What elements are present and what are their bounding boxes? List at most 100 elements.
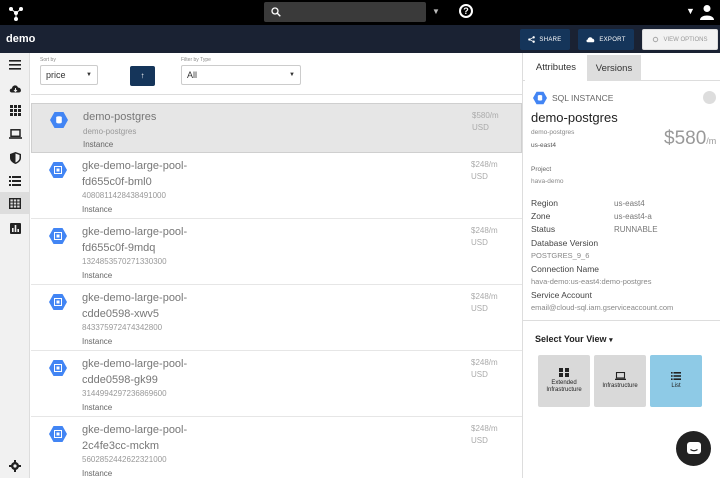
gear-icon[interactable] (0, 455, 30, 477)
sort-select[interactable]: price ▼ (40, 65, 98, 85)
type-filter-select[interactable]: All ▼ (181, 65, 301, 85)
resource-id: 5602852442622321000 (82, 455, 167, 464)
type-filter-value: All (187, 70, 198, 80)
price-amount: $580 (664, 128, 707, 149)
list-item[interactable]: gke-demo-large-pool- fd655c0f-bml0 40808… (31, 153, 522, 219)
resource-subtitle: demo-postgres (531, 129, 575, 136)
select-view-dropdown[interactable]: Select Your View ▾ (535, 334, 613, 344)
help-icon[interactable]: ? (459, 4, 473, 18)
compute-hex-icon (49, 228, 67, 244)
price-currency: USD (471, 172, 488, 181)
export-button[interactable]: EXPORT (578, 29, 634, 50)
attr-key: Region (531, 198, 558, 208)
user-icon[interactable] (700, 4, 714, 20)
sort-value: price (46, 70, 66, 80)
attr-key: Zone (531, 211, 551, 221)
resource-name-line2: fd655c0f-9mdq (82, 242, 156, 254)
view-label: Infrastructure (602, 383, 638, 389)
sort-direction-button[interactable]: ↑ (130, 66, 155, 86)
sort-label: Sort by (40, 57, 56, 63)
resource-name-line1: gke-demo-large-pool- (82, 292, 188, 304)
resource-price: $248/m USD (471, 357, 498, 381)
list-item[interactable]: demo-postgres demo-postgres Instance $58… (31, 103, 522, 153)
chevron-down-icon[interactable]: ▼ (432, 7, 440, 16)
table-icon[interactable] (0, 192, 30, 214)
db-version-label: Database Version (531, 238, 599, 248)
panel-tabs: Attributes Versions (523, 53, 720, 81)
resource-id: 843375972474342800 (82, 323, 163, 332)
list-item[interactable]: gke-demo-large-pool- 2c4fe3cc-mckm 56028… (31, 417, 522, 479)
tab-attributes[interactable]: Attributes (525, 55, 587, 81)
price-currency: USD (471, 436, 488, 445)
resource-price: $580/m USD (472, 110, 499, 134)
share-label: SHARE (539, 36, 562, 43)
share-button[interactable]: SHARE (520, 29, 570, 50)
view-label-line2: Infrastructure (546, 387, 582, 393)
share-icon (528, 36, 536, 43)
chevron-down-icon[interactable]: ▼ (686, 6, 695, 16)
resource-name-line2: 2c4fe3cc-mckm (82, 440, 160, 452)
project-bar: demo SHARE EXPORT VIEW OPTIONS (0, 25, 720, 53)
db-version-value: POSTGRES_9_6 (531, 251, 590, 260)
logo-icon[interactable] (8, 5, 24, 21)
top-bar: ▼ ? ▼ (0, 0, 720, 25)
apps-grid-icon[interactable] (0, 99, 30, 121)
price-amount: $248/m (471, 160, 498, 169)
resource-type: Instance (82, 271, 113, 280)
cloud-icon[interactable] (0, 77, 30, 99)
chevron-down-icon: ▼ (86, 72, 92, 78)
price-amount: $248/m (471, 292, 498, 301)
resource-name: demo-postgres (83, 111, 157, 123)
view-infrastructure[interactable]: Infrastructure (594, 355, 646, 407)
chat-button[interactable] (676, 431, 711, 466)
search-icon (271, 7, 281, 17)
resource-price: $248/m USD (471, 225, 498, 249)
list-icon[interactable] (0, 170, 30, 192)
compute-hex-icon (49, 162, 67, 178)
resource-name-line1: gke-demo-large-pool- (82, 424, 188, 436)
export-label: EXPORT (599, 36, 626, 43)
view-extended-infrastructure[interactable]: Extended Infrastructure (538, 355, 590, 407)
resource-name-line2: fd655c0f-bml0 (82, 176, 152, 188)
compute-hex-icon (49, 360, 67, 376)
view-options-button[interactable]: VIEW OPTIONS (642, 29, 718, 50)
page-title: demo (6, 33, 36, 45)
resource-name-line2: cdde0598-gk99 (82, 374, 158, 386)
cloud-download-icon (586, 37, 595, 43)
bar-chart-icon[interactable] (0, 217, 30, 239)
attr-key: Status (531, 224, 556, 234)
resource-kind: SQL INSTANCE (552, 93, 614, 103)
laptop-icon (614, 372, 626, 380)
divider (523, 320, 720, 321)
menu-icon[interactable] (0, 54, 30, 76)
list-item[interactable]: gke-demo-large-pool- cdde0598-xwv5 84337… (31, 285, 522, 351)
shield-icon[interactable] (0, 147, 30, 169)
attr-value: RUNNABLE (614, 225, 658, 234)
resource-type: Instance (83, 140, 114, 149)
resource-price: $248/m USD (471, 291, 498, 315)
resource-name-line1: gke-demo-large-pool- (82, 358, 188, 370)
price-currency: USD (471, 304, 488, 313)
extended-infrastructure-icon (559, 368, 569, 377)
view-list[interactable]: List (650, 355, 702, 407)
price-currency: USD (471, 370, 488, 379)
list-item[interactable]: gke-demo-large-pool- fd655c0f-9mdq 13248… (31, 219, 522, 285)
attr-value: us-east4-a (614, 212, 652, 221)
view-label: List (671, 383, 681, 389)
sidebar (0, 53, 30, 478)
settings-icon (653, 36, 659, 43)
resource-price: $248/m USD (471, 423, 498, 447)
resource-name-line2: cdde0598-xwv5 (82, 308, 160, 320)
connection-label: Connection Name (531, 264, 600, 274)
search-input[interactable] (264, 2, 426, 22)
filter-bar: Sort by price ▼ ↑ Filter by Type All ▼ (31, 53, 522, 95)
project-label: Project (531, 166, 552, 173)
type-filter-label: Filter by Type (181, 57, 211, 63)
resource-price: $248/m USD (471, 159, 498, 183)
tab-versions[interactable]: Versions (587, 55, 641, 81)
laptop-icon[interactable] (0, 123, 30, 145)
resource-type: Instance (82, 403, 113, 412)
chevron-down-icon: ▼ (289, 72, 295, 78)
resource-type: Instance (82, 469, 113, 478)
list-item[interactable]: gke-demo-large-pool- cdde0598-gk99 31449… (31, 351, 522, 417)
